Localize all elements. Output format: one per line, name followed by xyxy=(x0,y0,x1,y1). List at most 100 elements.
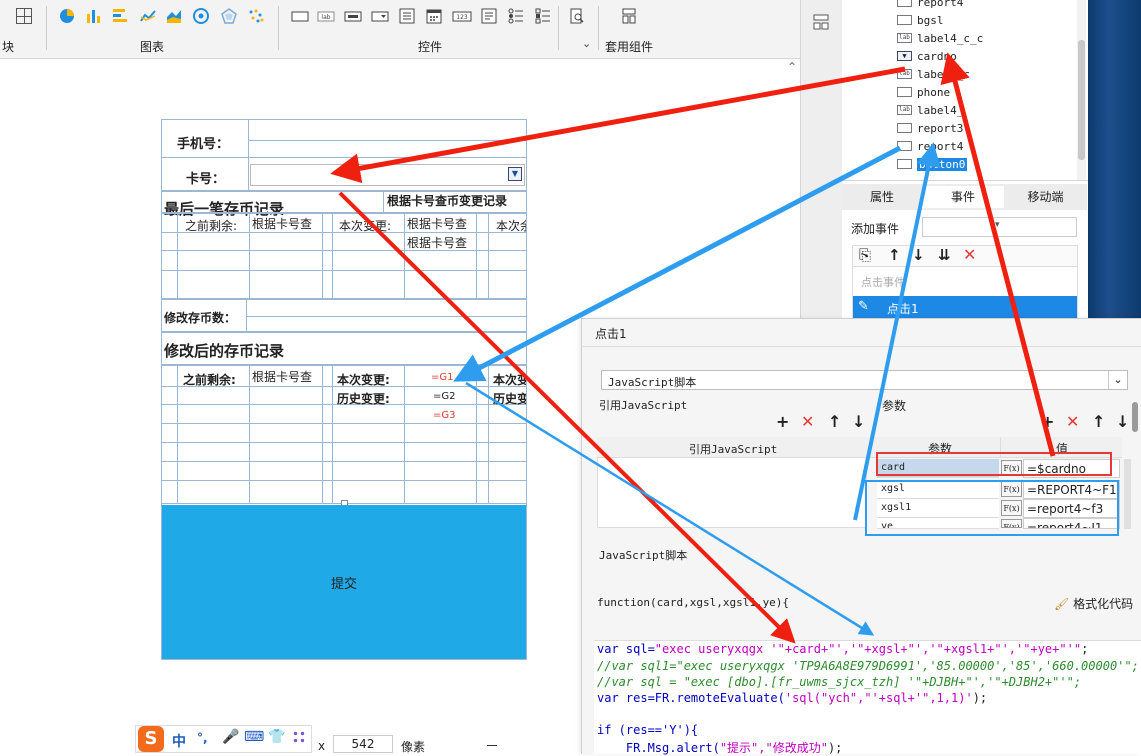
unit-label: 像素 xyxy=(401,740,426,754)
date-picker-icon[interactable] xyxy=(426,8,442,24)
this-remain-label: 本次余 xyxy=(496,219,526,233)
tree-item-report4_partial[interactable]: report4 xyxy=(897,0,963,10)
tab-mobile[interactable]: 移动端 xyxy=(1004,186,1087,208)
move-up-param-icon[interactable]: ↑ xyxy=(1092,412,1105,431)
keyboard-icon[interactable]: ⌨ xyxy=(244,729,264,745)
sogou-logo-icon[interactable]: S xyxy=(138,726,164,752)
textbox-icon[interactable] xyxy=(291,8,309,24)
label-widget-icon: lab xyxy=(897,33,912,43)
modify-count-label: 修改存币数： xyxy=(164,311,237,325)
code-token: 'sql("ych","'+sql+'",1,1)' xyxy=(784,691,973,705)
tree-item-bgsl[interactable]: bgsl xyxy=(897,12,944,28)
tree-item-label: label4_c_c xyxy=(917,31,984,45)
layout-icon[interactable] xyxy=(813,14,829,30)
script-section-label: JavaScript脚本 xyxy=(599,549,688,562)
tree-item-label: report4 xyxy=(917,0,964,9)
tab-properties[interactable]: 属性 xyxy=(842,186,922,208)
ime-punct-label[interactable]: °, xyxy=(197,731,208,745)
preset-component-icon[interactable] xyxy=(621,8,637,24)
add-param-icon[interactable]: + xyxy=(1041,412,1054,431)
move-down-icon[interactable]: ↓ xyxy=(912,246,925,264)
radio-group-icon[interactable] xyxy=(508,8,524,24)
checkbox-group-icon[interactable] xyxy=(535,8,551,24)
phone-input[interactable] xyxy=(250,121,525,155)
tree-item-label4_c_c[interactable]: lab label4_c_c xyxy=(897,30,983,46)
move-up-ref-icon[interactable]: ↑ xyxy=(828,412,841,431)
width-input[interactable]: 542 xyxy=(333,735,393,753)
button-icon[interactable] xyxy=(344,8,362,24)
selected-event-label: 点击1 xyxy=(887,302,919,316)
dropdown-arrow-icon[interactable]: ▼ xyxy=(508,167,522,181)
tree-scrollbar[interactable] xyxy=(1077,0,1086,180)
tree-item-label: label4_ xyxy=(917,103,964,117)
code-line-2: //var sql1="exec useryxqgx 'TP9A6A8E979D… xyxy=(597,659,1139,673)
textarea-icon[interactable] xyxy=(481,8,497,24)
move-up-icon[interactable]: ↑ xyxy=(888,246,901,264)
edit-icon[interactable]: ✎ xyxy=(858,299,869,314)
delete-icon[interactable]: ✕ xyxy=(963,245,976,264)
add-event-dropdown[interactable]: ▾ xyxy=(922,217,1077,237)
zoom-slider-track[interactable] xyxy=(487,745,497,746)
gauge-chart-icon[interactable] xyxy=(193,8,209,24)
code-line-1: var sql="exec useryxqgx '"+card+"','"+xg… xyxy=(597,642,1088,656)
tree-item-label4[interactable]: lab label4_ xyxy=(897,102,963,118)
dropdown-icon[interactable] xyxy=(371,8,389,24)
selected-event-row[interactable]: ✎ 点击1 xyxy=(853,296,1077,320)
tab-events[interactable]: 事件 xyxy=(922,186,1004,208)
search-page-icon[interactable] xyxy=(569,8,585,24)
chevron-down-icon[interactable]: ⌄ xyxy=(1108,371,1127,389)
pie-chart-icon[interactable] xyxy=(59,8,75,24)
control-group-label: 控件 xyxy=(418,40,443,54)
bar-chart-icon[interactable] xyxy=(86,8,102,24)
chevron-down-icon[interactable]: ⌄ xyxy=(582,37,591,50)
tree-item-label: report4 xyxy=(917,139,964,153)
tree-item-report4[interactable]: report4 xyxy=(897,138,963,154)
area-chart-icon[interactable] xyxy=(166,8,182,24)
copy-icon[interactable]: ⎘ xyxy=(859,246,871,264)
code-line-4: var res=FR.remoteEvaluate('sql("ych","'+… xyxy=(597,691,987,705)
radar-chart-icon[interactable] xyxy=(221,8,237,24)
code-token: ; xyxy=(1081,642,1089,656)
grid-line xyxy=(161,423,527,424)
list-control-icon[interactable] xyxy=(399,8,415,24)
delete-ref-icon[interactable]: ✕ xyxy=(801,412,814,431)
tree-item-button0[interactable]: button0 xyxy=(897,156,968,172)
microphone-icon[interactable]: 🎤 xyxy=(222,729,239,745)
tree-item-cardno[interactable]: ▼ cardno xyxy=(897,48,957,64)
move-down-param-icon[interactable]: ↓ xyxy=(1116,412,1129,431)
formula-g2: =G2 xyxy=(433,391,456,402)
line-chart-icon[interactable] xyxy=(140,8,156,24)
tree-item-report3[interactable]: report3 xyxy=(897,120,963,136)
code-token: ); xyxy=(972,691,988,705)
add-ref-icon[interactable]: + xyxy=(776,412,789,431)
move-bottom-icon[interactable]: ⇊ xyxy=(938,246,951,264)
tree-item-phone[interactable]: phone xyxy=(897,84,950,100)
dialog-scrollbar[interactable] xyxy=(1130,402,1139,462)
grid-line xyxy=(161,157,527,158)
code-line-3: //var sql = "exec [dbo].[fr_uwms_sjcx_tz… xyxy=(597,675,1082,689)
ime-zh-label[interactable]: 中 xyxy=(172,731,186,751)
report-widget-icon xyxy=(897,123,912,133)
move-down-ref-icon[interactable]: ↓ xyxy=(852,412,865,431)
code-line-6: FR.Msg.alert("提示","修改成功"); xyxy=(597,739,843,756)
format-code-button[interactable]: 🖌 格式化代码 xyxy=(1054,595,1133,612)
table-icon[interactable] xyxy=(16,8,32,24)
delete-param-icon[interactable]: ✕ xyxy=(1066,412,1079,431)
label-icon[interactable]: lab xyxy=(317,8,335,24)
hbar-chart-icon[interactable] xyxy=(112,8,128,24)
card-dropdown[interactable]: ▼ xyxy=(250,164,525,186)
tree-item-label4_c[interactable]: lab label4_c xyxy=(897,66,970,82)
script-type-select[interactable]: JavaScript脚本 ⌄ xyxy=(601,370,1128,390)
scatter-chart-icon[interactable] xyxy=(248,8,264,24)
skin-icon[interactable]: 👕 xyxy=(268,729,285,745)
apps-grid-icon[interactable] xyxy=(292,730,306,744)
dialog-title: 点击1 xyxy=(595,327,627,341)
modify-count-input[interactable] xyxy=(248,302,526,330)
this-change-partial: 本次变 xyxy=(493,373,526,387)
canvas-collapse-icon[interactable]: ⌃ xyxy=(787,60,797,74)
param-scrollbar[interactable] xyxy=(1124,459,1131,529)
number-input-icon[interactable]: 123 xyxy=(452,8,472,24)
ref-js-section-label: 引用JavaScript xyxy=(599,399,688,412)
submit-button[interactable]: 提交 xyxy=(162,505,526,659)
label-widget-icon: lab xyxy=(897,105,912,115)
